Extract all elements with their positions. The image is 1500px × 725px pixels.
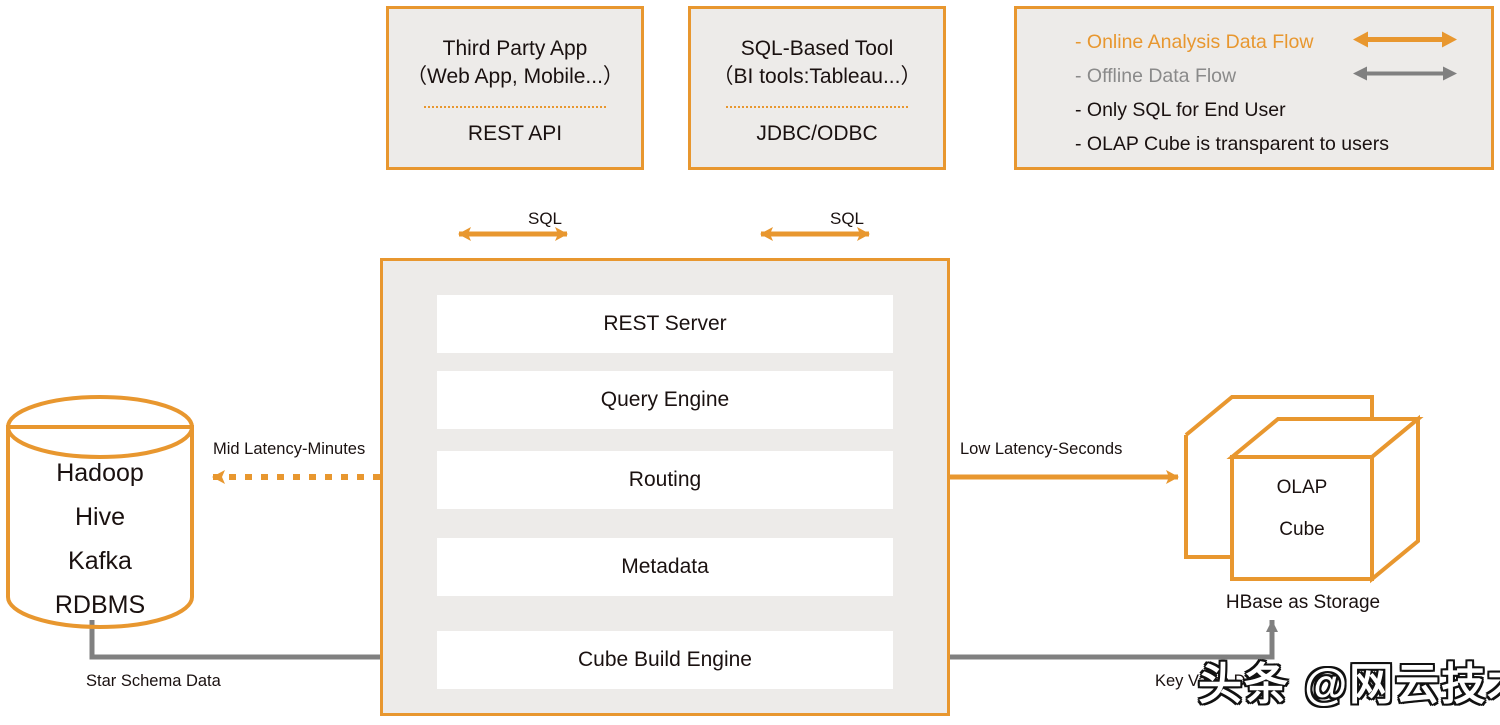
- double-arrow-orange-icon: [1353, 30, 1457, 55]
- legend-box: - Online Analysis Data Flow - Offline Da…: [1014, 6, 1494, 170]
- double-arrow-gray-icon: [1353, 64, 1457, 89]
- legend-item-offline-data-flow: - Offline Data Flow: [1017, 59, 1491, 93]
- hadoop-cylinder[interactable]: Hadoop Hive Kafka RDBMS: [8, 427, 192, 627]
- diagram-canvas: Third Party App （Web App, Mobile...） RES…: [0, 0, 1500, 725]
- legend-label: - Only SQL for End User: [1075, 98, 1286, 121]
- cylinder-line-hive: Hive: [74, 503, 125, 531]
- engine-layer-query-engine[interactable]: Query Engine: [437, 371, 893, 429]
- hbase-storage-caption: HBase as Storage: [1225, 592, 1381, 613]
- engine-layer-label: Routing: [628, 468, 702, 491]
- mid-latency-label: Mid Latency-Minutes: [213, 440, 366, 458]
- legend-label: - Online Analysis Data Flow: [1075, 30, 1314, 53]
- engine-layer-label: Cube Build Engine: [578, 648, 752, 671]
- sql-label-right: SQL: [830, 209, 865, 228]
- cube-line-cube: Cube: [1279, 519, 1325, 540]
- cylinder-line-hadoop: Hadoop: [56, 459, 144, 487]
- engine-layer-label: Metadata: [621, 555, 709, 578]
- client-divider: [424, 106, 606, 109]
- legend-item-online-analysis-data-flow: - Online Analysis Data Flow: [1017, 25, 1491, 59]
- legend-label: - OLAP Cube is transparent to users: [1075, 132, 1389, 155]
- sql-label-left: SQL: [528, 209, 563, 228]
- star-schema-label: Star Schema Data: [86, 672, 221, 690]
- client-divider: [726, 106, 908, 109]
- engine-layer-metadata[interactable]: Metadata: [437, 538, 893, 596]
- cube-line-olap: OLAP: [1276, 477, 1328, 498]
- engine-layer-routing[interactable]: Routing: [437, 451, 893, 509]
- kylin-engine-box: REST Server Query Engine Routing Metadat…: [380, 258, 950, 716]
- olap-cube[interactable]: OLAP Cube: [1232, 457, 1372, 579]
- client-box-third-party-app[interactable]: Third Party App （Web App, Mobile...） RES…: [386, 6, 644, 170]
- engine-layer-rest-server[interactable]: REST Server: [437, 295, 893, 353]
- client-title: Third Party App （Web App, Mobile...）: [406, 37, 624, 88]
- legend-item-olap-cube-transparent: - OLAP Cube is transparent to users: [1017, 127, 1491, 161]
- client-api-label: JDBC/ODBC: [756, 122, 878, 146]
- watermark: 头条 @网云技术: [1198, 660, 1500, 709]
- cylinder-line-rdbms: RDBMS: [54, 591, 146, 619]
- legend-label: - Offline Data Flow: [1075, 64, 1237, 87]
- cylinder-line-kafka: Kafka: [68, 547, 132, 575]
- legend-item-only-sql-for-end-user: - Only SQL for End User: [1017, 93, 1491, 127]
- client-box-sql-based-tool[interactable]: SQL-Based Tool （BI tools:Tableau...） JDB…: [688, 6, 946, 170]
- engine-layer-label: REST Server: [603, 312, 727, 335]
- engine-layer-label: Query Engine: [600, 388, 730, 411]
- low-latency-label: Low Latency-Seconds: [960, 440, 1123, 458]
- client-title: SQL-Based Tool （BI tools:Tableau...）: [712, 37, 922, 88]
- client-api-label: REST API: [467, 122, 563, 146]
- engine-layer-cube-build-engine[interactable]: Cube Build Engine: [437, 631, 893, 689]
